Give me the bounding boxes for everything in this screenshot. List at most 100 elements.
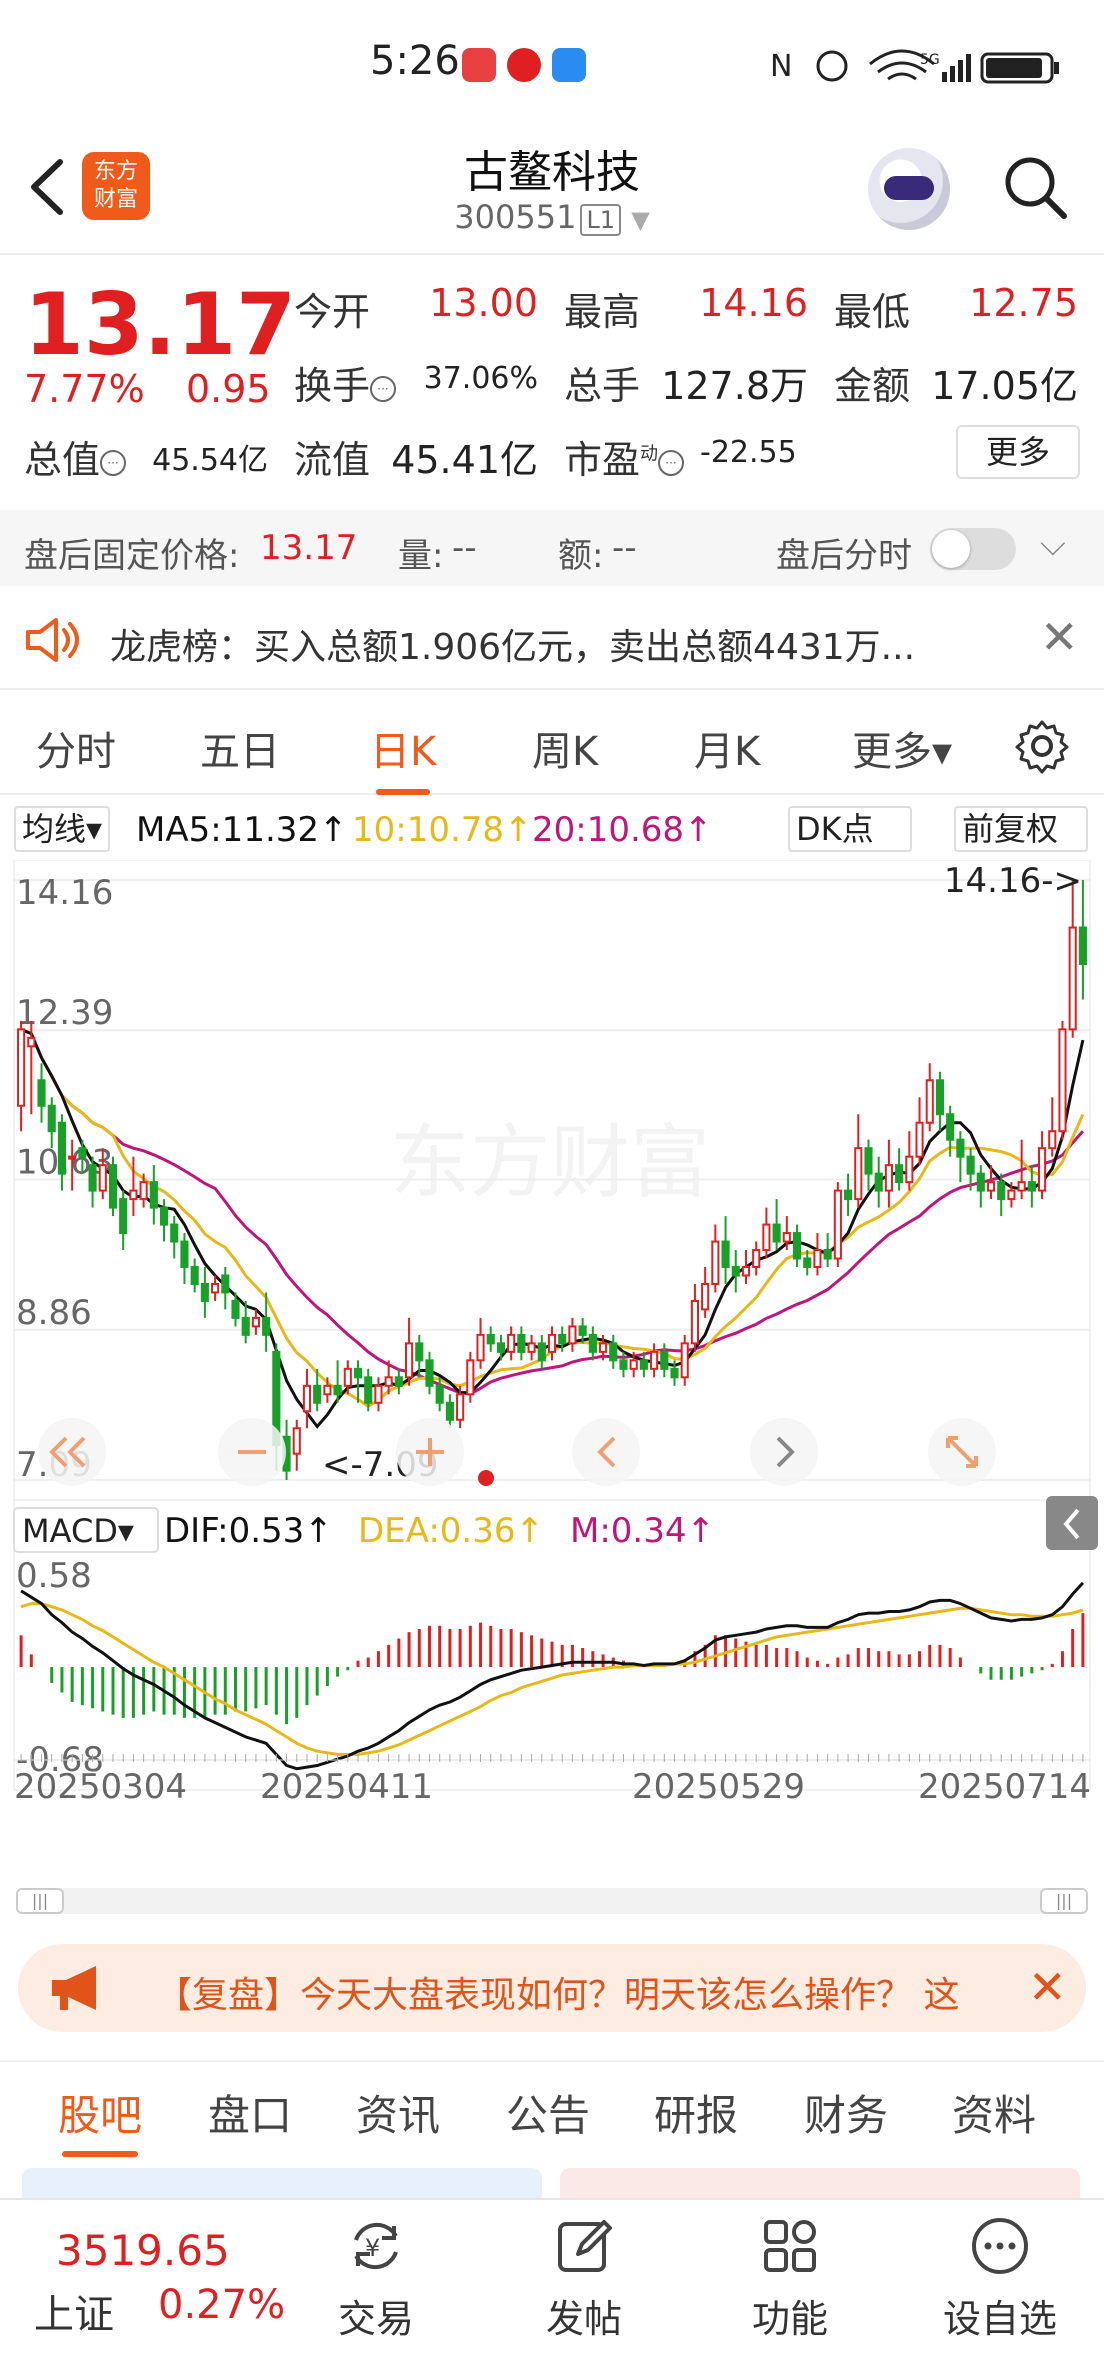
tab-five-day[interactable]: 五日 xyxy=(200,719,280,777)
candle-body xyxy=(823,1249,832,1260)
gear-icon[interactable] xyxy=(1014,718,1070,774)
svg-text:5G: 5G xyxy=(920,52,940,68)
candle-body xyxy=(813,1249,822,1268)
candle-body xyxy=(292,1427,301,1455)
candle-body xyxy=(47,1104,56,1133)
review-promo-banner[interactable]: 【复盘】今天大盘表现如何？明天该怎么操作？ 这 ✕ xyxy=(18,1944,1086,2032)
content-card-peek xyxy=(560,2168,1080,2198)
candle-body xyxy=(88,1164,97,1192)
candle-body xyxy=(78,1147,87,1158)
index-percent: 0.27% xyxy=(158,2282,286,2328)
candle-body xyxy=(507,1333,516,1353)
candle-body xyxy=(956,1138,965,1158)
nav-post[interactable]: 发帖 xyxy=(524,2214,644,2343)
close-icon[interactable]: ✕ xyxy=(1040,610,1079,664)
nav-trade[interactable]: ¥ 交易 xyxy=(316,2214,436,2343)
y-tick-label: 14.16 xyxy=(16,873,113,913)
range-handle-left[interactable]: ||| xyxy=(16,1888,64,1914)
ma20-label: 20:10.68↑ xyxy=(532,810,713,850)
tab-research[interactable]: 研报 xyxy=(654,2082,738,2143)
tab-more[interactable]: 更多▾ xyxy=(852,719,952,777)
candle-body xyxy=(374,1384,383,1404)
stock-code: 300551 xyxy=(454,198,577,236)
chart-range-scrollbar[interactable]: ||| ||| xyxy=(16,1888,1088,1914)
candle-body xyxy=(976,1172,985,1192)
pe-label: 市盈动 ··· xyxy=(564,429,685,484)
next-icon xyxy=(750,1418,818,1486)
float-value: 45.41亿 xyxy=(391,438,538,482)
candle-body xyxy=(221,1274,230,1294)
candle-body xyxy=(139,1181,148,1201)
after-hours-toggle[interactable] xyxy=(930,528,1016,570)
edit-post-icon xyxy=(558,2220,612,2272)
dk-point-select[interactable]: DK点 xyxy=(788,806,912,852)
tab-weekly-k[interactable]: 周K xyxy=(532,719,598,777)
volume-label: 总手 xyxy=(564,364,641,408)
float-label: 流值 xyxy=(294,438,371,482)
indicator-select[interactable]: 均线▾ xyxy=(14,806,111,852)
candle-body xyxy=(752,1249,761,1268)
status-indicators-icon: N 5G xyxy=(770,49,1059,84)
candle-body xyxy=(241,1316,250,1336)
candle-body xyxy=(435,1384,444,1404)
info-icon[interactable]: ··· xyxy=(658,449,685,476)
index-value[interactable]: 3519.65 xyxy=(56,2226,230,2275)
low-value: 12.75 xyxy=(969,281,1078,325)
candle-body xyxy=(353,1367,363,1379)
candle-body xyxy=(844,1189,853,1201)
tab-timeshare[interactable]: 分时 xyxy=(36,719,116,777)
nav-functions[interactable]: 功能 xyxy=(730,2214,850,2343)
collapse-panel-icon xyxy=(1046,1496,1098,1550)
speaker-icon xyxy=(26,618,79,662)
high-marker-label: 14.16-> xyxy=(944,861,1082,901)
change-amount: 0.95 xyxy=(186,367,271,411)
dk-point-marker xyxy=(478,1470,494,1486)
candle-body xyxy=(1017,1181,1026,1192)
tab-pankou[interactable]: 盘口 xyxy=(208,2082,292,2143)
kline-chart[interactable]: 东方财富14.1612.3910.638.867.0914.16-><-7.09… xyxy=(0,860,1104,1880)
close-icon[interactable]: ✕ xyxy=(1028,1960,1067,2014)
amount-label: 金额 xyxy=(834,364,911,408)
content-card-peek xyxy=(22,2168,542,2198)
watermark-text: 东方财富 xyxy=(390,1116,710,1209)
candle-body xyxy=(180,1240,189,1268)
tab-finance[interactable]: 财务 xyxy=(804,2082,888,2143)
candle-body xyxy=(568,1325,577,1345)
stock-header: 东方 财富 古鳌科技 300551 L1 ▼ xyxy=(0,130,1104,255)
after-hours-row: 盘后固定价格: 13.17 量: -- 额: -- 盘后分时 ⌵ xyxy=(0,510,1104,586)
chevron-down-icon[interactable]: ⌵ xyxy=(1040,524,1066,564)
search-icon[interactable] xyxy=(1000,152,1070,222)
candle-body xyxy=(588,1333,597,1353)
info-icon[interactable]: ··· xyxy=(370,375,397,402)
info-icon[interactable]: ··· xyxy=(100,449,127,476)
after-timeshare-label: 盘后分时 xyxy=(776,536,912,576)
index-name[interactable]: 上证 xyxy=(34,2282,114,2340)
tab-guba[interactable]: 股吧 xyxy=(58,2082,142,2157)
tab-announcements[interactable]: 公告 xyxy=(506,2082,590,2143)
candle-body xyxy=(415,1342,424,1362)
nav-functions-label: 功能 xyxy=(751,2297,828,2341)
candle-body xyxy=(864,1147,873,1175)
dragon-tiger-notice[interactable]: 龙虎榜：买入总额1.906亿元，卖出总额4431万... ✕ xyxy=(0,590,1104,690)
nav-add-watchlist[interactable]: 设自选 xyxy=(940,2214,1060,2343)
more-button[interactable]: 更多 xyxy=(956,425,1080,479)
after-price-value: 13.17 xyxy=(260,528,358,568)
tab-daily-k[interactable]: 日K xyxy=(370,719,436,795)
candle-body xyxy=(425,1359,434,1387)
candle-body xyxy=(905,1155,914,1184)
status-time: 5:26 xyxy=(370,38,460,84)
candle-body xyxy=(660,1350,669,1370)
candle-body xyxy=(200,1282,209,1302)
tab-news[interactable]: 资讯 xyxy=(356,2082,440,2143)
robot-assistant-icon[interactable] xyxy=(868,148,950,230)
status-bar: 5:26 N 5G xyxy=(0,0,1104,130)
candle-body xyxy=(517,1333,526,1353)
candle-body xyxy=(609,1342,618,1362)
tab-profile[interactable]: 资料 xyxy=(952,2082,1036,2143)
candle-body xyxy=(997,1181,1006,1201)
price-adjust-select[interactable]: 前复权 xyxy=(954,806,1088,852)
range-handle-right[interactable]: ||| xyxy=(1040,1888,1088,1914)
candle-body xyxy=(1048,1130,1057,1150)
tab-monthly-k[interactable]: 月K xyxy=(694,719,760,777)
candle-body xyxy=(57,1121,67,1175)
